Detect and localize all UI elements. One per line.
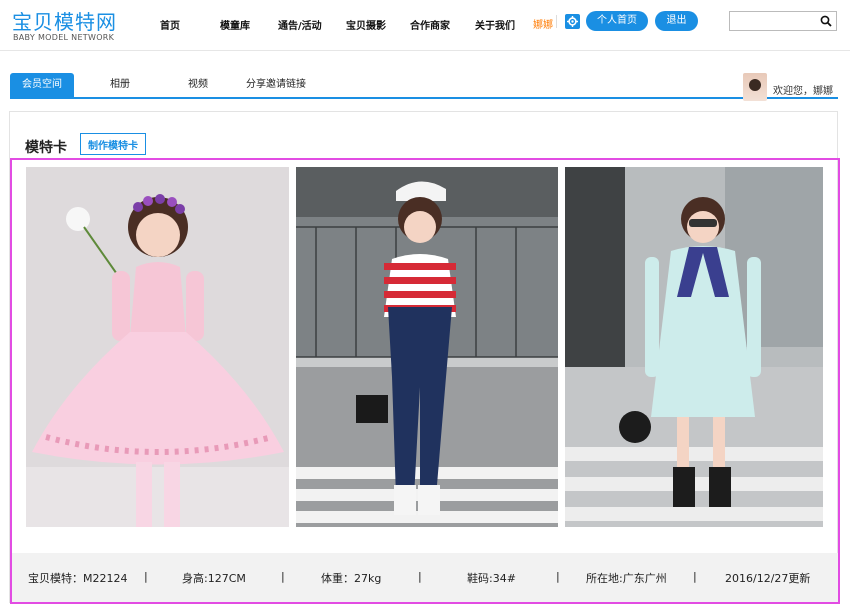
search-icon[interactable] [820,15,832,27]
site-logo[interactable]: 宝贝模特网 [12,6,117,35]
nav-partners[interactable]: 合作商家 [410,17,450,32]
top-header: 宝贝模特网 BABY MODEL NETWORK 首页 模童库 通告/活动 宝贝… [0,0,850,51]
nav-baby-photography[interactable]: 宝贝摄影 [346,17,386,32]
nav-announcements[interactable]: 通告/活动 [278,17,322,32]
tab-album[interactable]: 相册 [98,73,142,97]
tab-underline [10,97,838,99]
model-card-highlight [10,158,840,604]
search-input[interactable] [732,13,818,29]
profile-home-button[interactable]: 个人首页 [586,11,648,31]
welcome-text: 欢迎您，娜娜 [773,86,833,97]
nav-model-library[interactable]: 模童库 [220,17,250,32]
make-model-card-button[interactable]: 制作模特卡 [80,133,146,155]
tab-share-invite-link[interactable]: 分享邀请链接 [240,73,312,97]
site-logo-subtitle: BABY MODEL NETWORK [13,33,115,42]
page-title: 模特卡 [25,140,67,156]
gear-icon[interactable] [565,14,580,29]
tab-video[interactable]: 视频 [176,73,220,97]
avatar[interactable] [743,73,767,101]
nav-home[interactable]: 首页 [160,17,180,32]
username-link[interactable]: 娜娜 [533,16,553,31]
search-box [729,11,837,31]
divider [556,15,557,28]
tab-member-space[interactable]: 会员空间 [10,73,74,97]
logout-button[interactable]: 退出 [655,11,698,31]
nav-about-us[interactable]: 关于我们 [475,17,515,32]
